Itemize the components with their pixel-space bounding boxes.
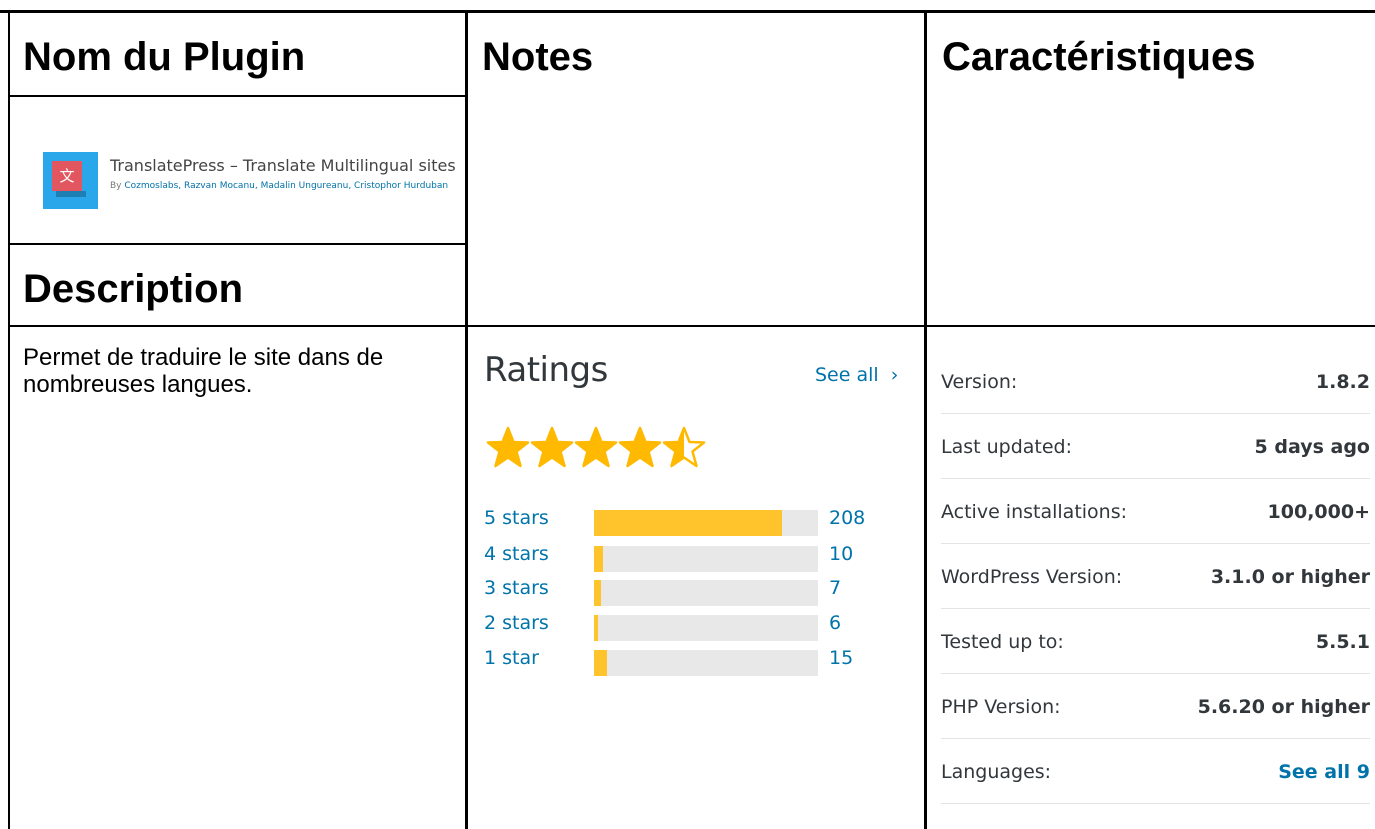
meta-row: Active installations: 100,000+ [941,479,1370,544]
rating-count: 6 [829,612,842,634]
rating-count: 7 [829,577,842,599]
meta-label: WordPress Version: [941,566,1123,588]
rating-count: 10 [829,543,854,565]
rating-row[interactable]: 4 stars 10 [484,543,884,573]
meta-label: Tested up to: [941,631,1064,653]
rating-label[interactable]: 5 stars [484,507,549,529]
header-plugin-name: Nom du Plugin [23,35,306,79]
rating-bar [594,546,818,572]
see-all-ratings-link[interactable]: See all › [815,364,898,386]
chevron-right-icon: › [890,364,899,386]
meta-label: Active installations: [941,501,1128,523]
meta-row: WordPress Version: 3.1.0 or higher [941,544,1370,609]
rating-count: 208 [829,507,866,529]
rating-row[interactable]: 2 stars 6 [484,612,884,642]
rating-bar-fill [594,615,599,641]
meta-value: 1.8.2 [1315,371,1370,393]
plugin-title[interactable]: TranslatePress – Translate Multilingual … [110,156,456,175]
meta-value: 3.1.0 or higher [1210,566,1370,588]
rating-row[interactable]: 3 stars 7 [484,577,884,607]
meta-value: 5.5.1 [1315,631,1370,653]
row-divider-header [8,95,467,97]
rating-bar-fill [594,580,601,606]
meta-label: Languages: [941,761,1052,783]
rating-label[interactable]: 4 stars [484,543,549,565]
header-description: Description [23,267,244,311]
ratings-title: Ratings [484,350,608,390]
rating-bar [594,580,818,606]
translate-icon: 文 [43,152,98,209]
rating-bar [594,510,818,536]
rating-label[interactable]: 1 star [484,647,539,669]
icon-glyph: 文 [52,161,82,191]
icon-shadow [56,191,86,197]
rating-label[interactable]: 2 stars [484,612,549,634]
table-border-left [8,10,10,829]
row-divider-plugin [8,243,467,245]
rating-bar [594,650,818,676]
plugin-card: 文 TranslatePress – Translate Multilingua… [43,152,467,210]
star-half-icon [662,426,706,470]
rating-count: 15 [829,647,854,669]
table-border-top [0,10,1375,13]
description-text: Permet de traduire le site dans de nombr… [23,344,384,398]
rating-row[interactable]: 1 star 15 [484,647,884,677]
header-features: Caractéristiques [942,35,1256,79]
meta-value: 100,000+ [1267,501,1370,523]
meta-row: Version: 1.8.2 [941,349,1370,414]
meta-value: 5.6.20 or higher [1197,696,1370,718]
star-filled-icon [486,426,530,470]
rating-row[interactable]: 5 stars 208 [484,507,884,537]
rating-bar-fill [594,546,603,572]
by-prefix: By [110,181,122,191]
row-divider-content [8,325,1375,327]
star-filled-icon [530,426,574,470]
star-filled-icon [618,426,662,470]
meta-row: Last updated: 5 days ago [941,414,1370,479]
column-divider-2 [924,10,927,829]
column-divider-1 [465,10,468,829]
meta-value: 5 days ago [1254,436,1370,458]
rating-bar [594,615,818,641]
plugin-authors-line: By Cozmoslabs, Razvan Mocanu, Madalin Un… [110,181,448,191]
meta-row: Languages: See all 9 [941,739,1370,804]
rating-label[interactable]: 3 stars [484,577,549,599]
languages-see-all-link[interactable]: See all 9 [1278,761,1370,783]
rating-bar-fill [594,510,783,536]
see-all-label: See all [815,364,879,386]
meta-label: Last updated: [941,436,1073,458]
meta-label: Version: [941,371,1018,393]
star-filled-icon [574,426,618,470]
meta-row: Tested up to: 5.5.1 [941,609,1370,674]
meta-row: PHP Version: 5.6.20 or higher [941,674,1370,739]
rating-bar-fill [594,650,608,676]
header-notes: Notes [482,35,594,79]
plugin-authors-link[interactable]: Cozmoslabs, Razvan Mocanu, Madalin Ungur… [124,181,448,191]
meta-label: PHP Version: [941,696,1061,718]
